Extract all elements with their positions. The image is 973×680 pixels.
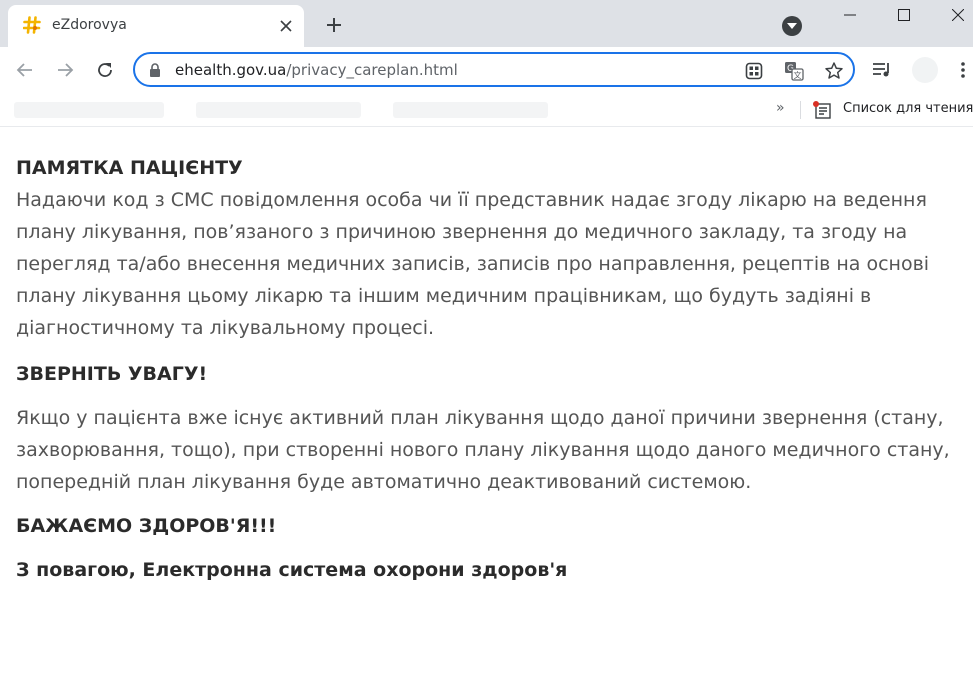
install-app-button[interactable]	[743, 60, 765, 82]
tab-title: eZdorovya	[52, 17, 127, 33]
media-control-button[interactable]	[869, 57, 895, 83]
close-icon	[952, 9, 964, 21]
new-tab-button[interactable]	[323, 14, 345, 36]
forward-button[interactable]	[52, 57, 78, 83]
translate-button[interactable]: G 文	[783, 60, 805, 82]
reload-icon	[98, 63, 112, 77]
url-host: ehealth.gov.ua	[175, 61, 287, 79]
attention-paragraph: Якщо у пацієнта вже існує активний план …	[16, 407, 950, 493]
more-vert-icon	[961, 62, 965, 78]
bookmarks-overflow-button[interactable]: »	[776, 100, 785, 116]
arrow-right-icon	[58, 63, 74, 77]
close-window-button[interactable]	[935, 0, 973, 30]
close-tab-button[interactable]	[276, 16, 296, 36]
bookmarks-bar: » Список для чтения	[0, 93, 973, 127]
star-icon	[825, 62, 843, 79]
bookmark-item[interactable]	[14, 102, 164, 118]
arrow-left-icon	[16, 63, 32, 77]
wish-heading: БАЖАЄМО ЗДОРОВ'Я!!!	[16, 515, 277, 537]
url-text[interactable]: ehealth.gov.ua/privacy_careplan.html	[175, 61, 458, 79]
address-bar[interactable]: ehealth.gov.ua/privacy_careplan.html G 文	[133, 52, 855, 87]
apps-grid-icon	[745, 62, 763, 80]
browser-tab[interactable]: eZdorovya	[8, 5, 304, 47]
profile-avatar-button[interactable]	[912, 57, 938, 83]
tab-strip: eZdorovya	[0, 0, 973, 47]
chevron-down-icon	[787, 23, 797, 29]
hash-favicon-icon	[23, 16, 41, 34]
back-button[interactable]	[12, 57, 38, 83]
minimize-icon	[844, 14, 856, 16]
translate-icon: G 文	[785, 62, 804, 81]
intro-paragraph: Надаючи код з СМС повідомлення особа чи …	[16, 189, 930, 339]
page-content: ПАМЯТКА ПАЦІЄНТУ Надаючи код з СМС повід…	[16, 152, 961, 586]
url-path: /privacy_careplan.html	[286, 61, 458, 79]
reading-list-icon[interactable]	[812, 101, 832, 119]
bookmark-item[interactable]	[393, 102, 548, 118]
close-icon	[280, 20, 292, 32]
browser-menu-button[interactable]	[950, 57, 973, 83]
plus-icon	[327, 18, 341, 32]
bookmarks-divider	[800, 101, 801, 119]
media-queue-icon	[873, 63, 889, 77]
bookmark-star-button[interactable]	[823, 60, 845, 82]
maximize-button[interactable]	[881, 0, 927, 30]
reading-list-button[interactable]: Список для чтения	[843, 101, 973, 116]
lock-icon[interactable]	[148, 63, 162, 77]
bookmark-item[interactable]	[196, 102, 361, 118]
minimize-button[interactable]	[827, 0, 873, 30]
page-title: ПАМЯТКА ПАЦІЄНТУ	[16, 157, 243, 179]
attention-heading: ЗВЕРНІТЬ УВАГУ!	[16, 363, 208, 385]
signature: З повагою, Електронна система охорони зд…	[16, 559, 568, 581]
reload-button[interactable]	[92, 57, 118, 83]
svg-text:文: 文	[794, 70, 802, 80]
browser-toolbar: ehealth.gov.ua/privacy_careplan.html G 文	[0, 47, 973, 93]
maximize-icon	[898, 9, 910, 21]
tab-search-button[interactable]	[782, 16, 802, 36]
